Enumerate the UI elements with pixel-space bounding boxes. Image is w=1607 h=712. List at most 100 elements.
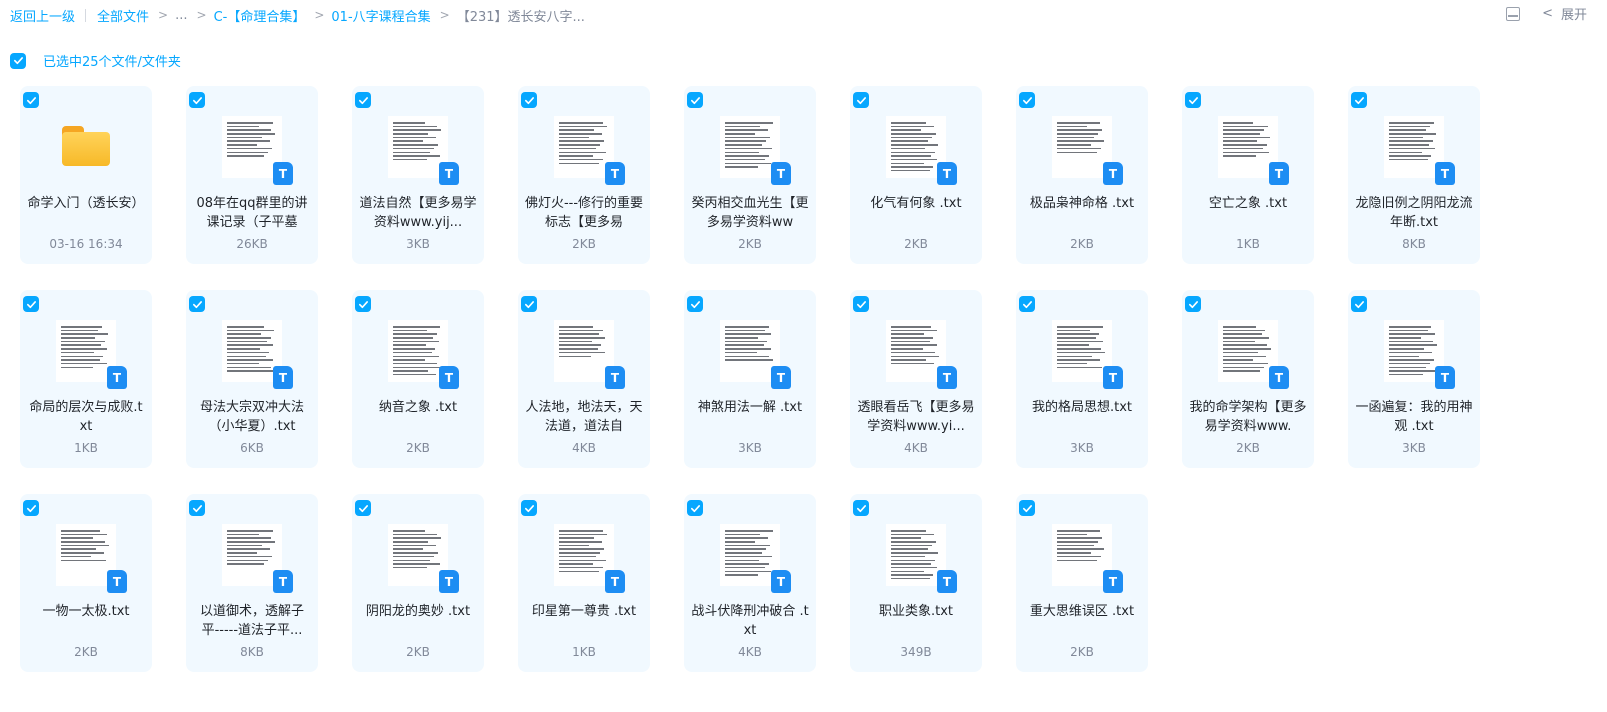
file-tile[interactable]: T 纳音之象 .txt 2KB (352, 290, 484, 468)
file-size: 2KB (1236, 441, 1260, 455)
file-tile[interactable]: T 母法大宗双冲大法（小华夏）.txt 6KB (186, 290, 318, 468)
file-thumbnail: T (886, 524, 957, 593)
file-size: 4KB (904, 441, 928, 455)
file-tile[interactable]: T 阴阳龙的奥妙 .txt 2KB (352, 494, 484, 672)
item-checkbox[interactable] (687, 296, 703, 312)
txt-file-icon: T (1103, 366, 1123, 389)
file-name: 纳音之象 .txt (378, 400, 458, 415)
select-all-row: 已选中25个文件/文件夹 (10, 51, 181, 70)
select-all-checkbox[interactable] (10, 52, 26, 69)
txt-file-icon: T (771, 366, 791, 389)
back-link[interactable]: 返回上一级 (10, 6, 75, 25)
txt-file-icon: T (605, 366, 625, 389)
file-name: 命局的层次与成败.txt (29, 400, 143, 434)
file-tile[interactable]: T 人法地，地法天，天法道，道法自 4KB (518, 290, 650, 468)
file-tile[interactable]: T 我的格局思想.txt 3KB (1016, 290, 1148, 468)
breadcrumb-level2[interactable]: 01-八字课程合集 (331, 6, 430, 25)
file-size: 8KB (1402, 237, 1426, 251)
item-checkbox[interactable] (23, 296, 39, 312)
file-tile[interactable]: T 以道御术，透解子平-----道法子平... 8KB (186, 494, 318, 672)
file-tile[interactable]: T 极品枭神命格 .txt 2KB (1016, 86, 1148, 264)
checkmark-icon (358, 300, 368, 308)
breadcrumb-root[interactable]: 全部文件 (97, 6, 149, 25)
file-tile[interactable]: T 神煞用法一解 .txt 3KB (684, 290, 816, 468)
item-checkbox[interactable] (189, 500, 205, 516)
txt-file-icon: T (107, 570, 127, 593)
checkmark-icon (1022, 96, 1032, 104)
item-checkbox[interactable] (1351, 296, 1367, 312)
file-name: 重大思维误区 .txt (1029, 604, 1135, 619)
checkmark-icon (690, 300, 700, 308)
file-name: 癸丙相交血光生【更多易学资料ww (691, 196, 809, 230)
item-checkbox[interactable] (853, 500, 869, 516)
file-tile[interactable]: T 命局的层次与成败.txt 1KB (20, 290, 152, 468)
file-tile[interactable]: T 透眼看岳飞【更多易学资料www.yi... 4KB (850, 290, 982, 468)
file-tile[interactable]: T 一物一太极.txt 2KB (20, 494, 152, 672)
expand-button[interactable]: 展开 (1561, 4, 1587, 23)
breadcrumb-ellipsis[interactable]: ... (175, 8, 187, 23)
file-tile[interactable]: T 印星第一尊贵 .txt 1KB (518, 494, 650, 672)
panel-toggle-icon[interactable] (1506, 6, 1521, 21)
item-checkbox[interactable] (521, 296, 537, 312)
breadcrumb-level1[interactable]: C-【命理合集】 (214, 6, 306, 25)
file-name: 龙隐旧例之阴阳龙流年断.txt (1355, 196, 1473, 230)
item-checkbox[interactable] (521, 92, 537, 108)
file-tile[interactable]: T 道法自然【更多易学资料www.yij... 3KB (352, 86, 484, 264)
item-checkbox[interactable] (1185, 92, 1201, 108)
file-tile[interactable]: T 重大思维误区 .txt 2KB (1016, 494, 1148, 672)
file-tile[interactable]: T 化气有何象 .txt 2KB (850, 86, 982, 264)
file-size: 3KB (406, 237, 430, 251)
item-checkbox[interactable] (189, 92, 205, 108)
item-checkbox[interactable] (1351, 92, 1367, 108)
file-size: 2KB (1070, 237, 1094, 251)
file-tile[interactable]: T 我的命学架构【更多易学资料www. 2KB (1182, 290, 1314, 468)
item-checkbox[interactable] (1019, 92, 1035, 108)
checkmark-icon (524, 96, 534, 104)
file-thumbnail: T (56, 524, 127, 593)
item-checkbox[interactable] (1019, 296, 1035, 312)
breadcrumb-current: 【231】透长安八字... (456, 9, 585, 25)
item-checkbox[interactable] (355, 92, 371, 108)
file-size: 1KB (1236, 237, 1260, 251)
file-tile[interactable]: T 战斗伏降刑冲破合 .txt 4KB (684, 494, 816, 672)
file-name: 极品枭神命格 .txt (1029, 196, 1135, 211)
file-name: 神煞用法一解 .txt (697, 400, 803, 415)
file-tile[interactable]: T 空亡之象 .txt 1KB (1182, 86, 1314, 264)
file-name: 战斗伏降刑冲破合 .txt (691, 604, 809, 638)
file-thumbnail: T (1384, 116, 1455, 185)
file-name: 印星第一尊贵 .txt (531, 604, 637, 619)
file-name: 佛灯火---修行的重要标志【更多易 (524, 196, 644, 230)
item-checkbox[interactable] (521, 500, 537, 516)
item-checkbox[interactable] (687, 92, 703, 108)
item-checkbox[interactable] (853, 92, 869, 108)
file-name: 化气有何象 .txt (870, 196, 962, 211)
folder-tile[interactable]: 命学入门（透长安） 03-16 16:34 (20, 86, 152, 264)
txt-file-icon: T (771, 162, 791, 185)
file-tile[interactable]: T 龙隐旧例之阴阳龙流年断.txt 8KB (1348, 86, 1480, 264)
item-checkbox[interactable] (1185, 296, 1201, 312)
file-thumbnail: T (1218, 116, 1289, 185)
item-checkbox[interactable] (189, 296, 205, 312)
file-tile[interactable]: T 癸丙相交血光生【更多易学资料ww 2KB (684, 86, 816, 264)
item-checkbox[interactable] (355, 296, 371, 312)
checkmark-icon (192, 300, 202, 308)
file-tile[interactable]: T 08年在qq群里的讲课记录（子平墓 26KB (186, 86, 318, 264)
txt-file-icon: T (937, 162, 957, 185)
file-thumbnail: T (1384, 320, 1455, 389)
item-checkbox[interactable] (853, 296, 869, 312)
item-checkbox[interactable] (355, 500, 371, 516)
checkmark-icon (1354, 300, 1364, 308)
file-tile[interactable]: T 佛灯火---修行的重要标志【更多易 2KB (518, 86, 650, 264)
item-checkbox[interactable] (23, 500, 39, 516)
txt-file-icon: T (1269, 366, 1289, 389)
item-checkbox[interactable] (23, 92, 39, 108)
txt-file-icon: T (273, 366, 293, 389)
chevron-right-icon: > (196, 8, 207, 22)
item-checkbox[interactable] (687, 500, 703, 516)
checkmark-icon (1188, 96, 1198, 104)
chevron-left-icon[interactable]: < (1542, 6, 1553, 21)
file-size: 4KB (572, 441, 596, 455)
file-tile[interactable]: T 一函遍复：我的用神观 .txt 3KB (1348, 290, 1480, 468)
item-checkbox[interactable] (1019, 500, 1035, 516)
file-tile[interactable]: T 职业类象.txt 349B (850, 494, 982, 672)
